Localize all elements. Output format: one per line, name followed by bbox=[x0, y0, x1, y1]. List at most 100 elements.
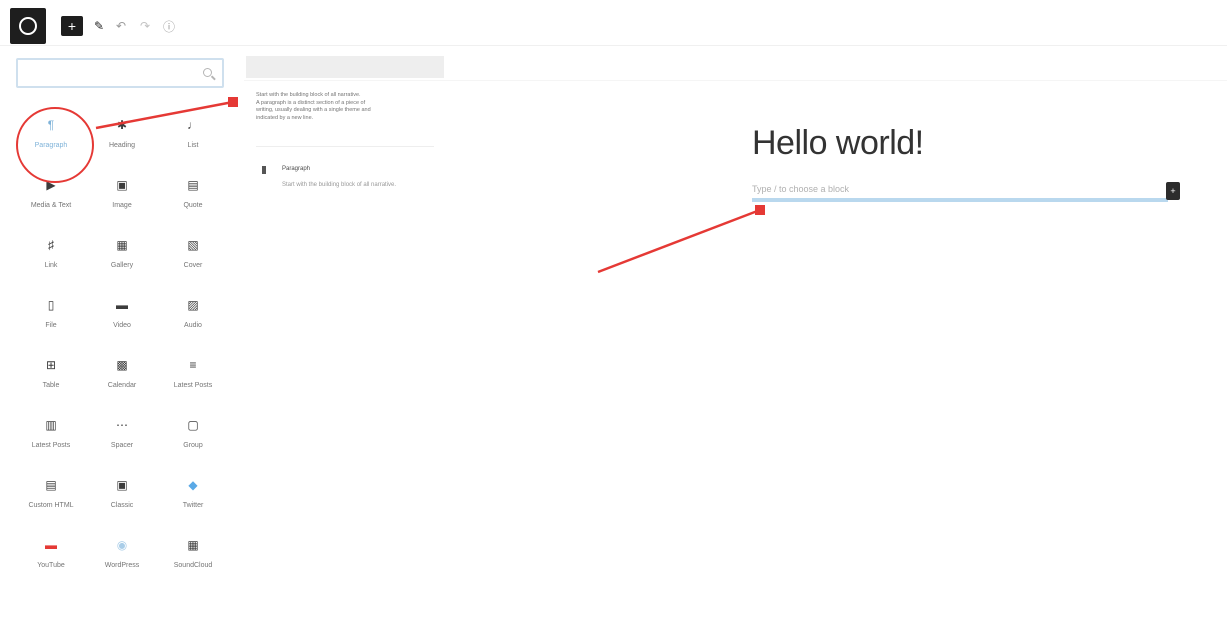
paragraph-placeholder[interactable]: Type / to choose a block bbox=[752, 184, 849, 194]
description-line: indicated by a new line. bbox=[256, 114, 314, 121]
block-search bbox=[16, 58, 224, 88]
paragraph-block[interactable]: Type / to choose a block + bbox=[752, 182, 1180, 204]
audio-icon: ▨ bbox=[187, 298, 199, 312]
block-card-description: Start with the building block of all nar… bbox=[282, 182, 397, 188]
gallery-icon: ▦ bbox=[116, 238, 128, 252]
separator-icon: ⋯ bbox=[116, 418, 128, 432]
block-item-wordpress[interactable]: ◉ WordPress bbox=[87, 532, 157, 592]
block-item-label: Cover bbox=[183, 262, 203, 269]
block-description: Start with the building block of all nar… bbox=[246, 78, 444, 166]
arrow-head bbox=[755, 205, 765, 215]
block-item-label: Quote bbox=[183, 202, 203, 209]
paragraph-icon bbox=[262, 166, 266, 174]
block-item-video[interactable]: ▬ Video bbox=[87, 292, 157, 352]
plus-icon: + bbox=[67, 18, 77, 34]
table-icon: ⊞ bbox=[45, 358, 57, 372]
video-icon: ▬ bbox=[116, 298, 128, 312]
add-block-button[interactable]: + bbox=[61, 16, 83, 36]
block-item-media-text[interactable]: ▶ Media & Text bbox=[16, 172, 86, 232]
search-icon bbox=[203, 68, 212, 77]
block-item-image[interactable]: ▣ Image bbox=[87, 172, 157, 232]
file-icon: ▯ bbox=[47, 298, 55, 312]
block-item-quote[interactable]: ▤ Quote bbox=[158, 172, 228, 232]
block-item-label: Heading bbox=[108, 142, 136, 149]
block-item-label: File bbox=[45, 322, 57, 329]
paragraph-icon: ¶ bbox=[47, 118, 55, 132]
quote-icon: ▤ bbox=[187, 178, 199, 192]
heading-icon: ✱ bbox=[116, 118, 128, 132]
twitter-icon: ◆ bbox=[188, 478, 198, 492]
youtube-icon: ▬ bbox=[45, 538, 57, 552]
block-item-label: WordPress bbox=[104, 562, 140, 569]
block-item-spacer[interactable]: ⋯ Spacer bbox=[87, 412, 157, 472]
block-item-label: Gallery bbox=[110, 262, 134, 269]
link-icon: ♯ bbox=[48, 238, 54, 252]
wordpress-embed-icon: ◉ bbox=[116, 538, 128, 552]
block-list: ¶ Paragraph ✱ Heading ♩ List ▶ Media & Text ▣ Ima… bbox=[16, 112, 228, 592]
cover-icon: ▧ bbox=[187, 238, 199, 252]
block-inserter-panel: ¶ Paragraph ✱ Heading ♩ List ▶ Media & Text ▣ Ima… bbox=[0, 46, 240, 618]
html-icon: ▤ bbox=[45, 478, 57, 492]
description-line: Start with the building block of all nar… bbox=[256, 92, 361, 98]
block-item-table[interactable]: ⊞ Table bbox=[16, 352, 86, 412]
block-item-label: YouTube bbox=[37, 562, 65, 569]
block-item-label: Latest Posts bbox=[31, 442, 71, 449]
image-icon: ▣ bbox=[116, 178, 128, 192]
editor-canvas-border bbox=[244, 80, 1227, 81]
block-preview-panel: Start with the building block of all nar… bbox=[246, 56, 444, 206]
block-item-label: Paragraph bbox=[34, 142, 68, 149]
description-line: A paragraph is a distinct section of a p… bbox=[256, 99, 366, 106]
block-card-title: Paragraph bbox=[282, 166, 311, 172]
top-toolbar: + ✎ ↶ ↷ ⓘ bbox=[0, 0, 1227, 46]
columns-icon: ▥ bbox=[45, 418, 57, 432]
annotation-arrow bbox=[597, 208, 761, 274]
redo-icon[interactable]: ↷ bbox=[138, 16, 152, 36]
block-search-input[interactable] bbox=[24, 64, 194, 82]
block-item-label: List bbox=[187, 142, 199, 149]
block-item-label: Latest Posts bbox=[173, 382, 213, 389]
block-item-label: Classic bbox=[110, 502, 134, 509]
block-item-label: Image bbox=[112, 202, 132, 209]
block-item-label: SoundCloud bbox=[173, 562, 213, 569]
block-item-latest-posts[interactable]: ≡ Latest Posts bbox=[158, 352, 228, 412]
block-item-custom-html[interactable]: ▤ Custom HTML bbox=[16, 472, 86, 532]
block-item-label: Audio bbox=[184, 322, 202, 329]
wordpress-icon[interactable] bbox=[10, 8, 46, 44]
block-item-latest-posts[interactable]: ▥ Latest Posts bbox=[16, 412, 86, 472]
media-text-icon: ▶ bbox=[46, 178, 56, 192]
block-item-paragraph[interactable]: ¶ Paragraph bbox=[16, 112, 86, 172]
block-item-label: Table bbox=[42, 382, 60, 389]
calendar-icon: ▩ bbox=[116, 358, 128, 372]
list-icon: ♩ bbox=[187, 118, 199, 132]
post-title[interactable]: Hello world! bbox=[752, 124, 924, 163]
block-item-soundcloud[interactable]: ▦ SoundCloud bbox=[158, 532, 228, 592]
block-item-classic[interactable]: ▣ Classic bbox=[87, 472, 157, 532]
undo-icon[interactable]: ↶ bbox=[114, 16, 128, 36]
block-item-cover[interactable]: ▧ Cover bbox=[158, 232, 228, 292]
soundcloud-icon: ▦ bbox=[187, 538, 199, 552]
block-item-calendar[interactable]: ▩ Calendar bbox=[87, 352, 157, 412]
block-item-label: Custom HTML bbox=[28, 502, 74, 509]
pencil-icon[interactable]: ✎ bbox=[92, 16, 106, 36]
block-item-label: Group bbox=[183, 442, 203, 449]
block-item-audio[interactable]: ▨ Audio bbox=[158, 292, 228, 352]
block-item-gallery[interactable]: ▦ Gallery bbox=[87, 232, 157, 292]
divider bbox=[256, 146, 434, 147]
block-item-label: Video bbox=[113, 322, 131, 329]
plus-icon[interactable]: + bbox=[1166, 182, 1180, 200]
classic-icon: ▣ bbox=[116, 478, 128, 492]
block-item-group[interactable]: ▢ Group bbox=[158, 412, 228, 472]
block-item-list[interactable]: ♩ List bbox=[158, 112, 228, 172]
block-item-link[interactable]: ♯ Link bbox=[16, 232, 86, 292]
block-item-label: Link bbox=[44, 262, 58, 269]
info-icon[interactable]: ⓘ bbox=[162, 16, 176, 36]
paragraph-highlight bbox=[752, 198, 1168, 202]
block-item-youtube[interactable]: ▬ YouTube bbox=[16, 532, 86, 592]
block-item-label: Calendar bbox=[107, 382, 137, 389]
block-item-label: Media & Text bbox=[30, 202, 72, 209]
group-icon: ▢ bbox=[187, 418, 199, 432]
block-item-heading[interactable]: ✱ Heading bbox=[87, 112, 157, 172]
block-item-file[interactable]: ▯ File bbox=[16, 292, 86, 352]
block-item-twitter[interactable]: ◆ Twitter bbox=[158, 472, 228, 532]
block-item-label: Spacer bbox=[110, 442, 134, 449]
